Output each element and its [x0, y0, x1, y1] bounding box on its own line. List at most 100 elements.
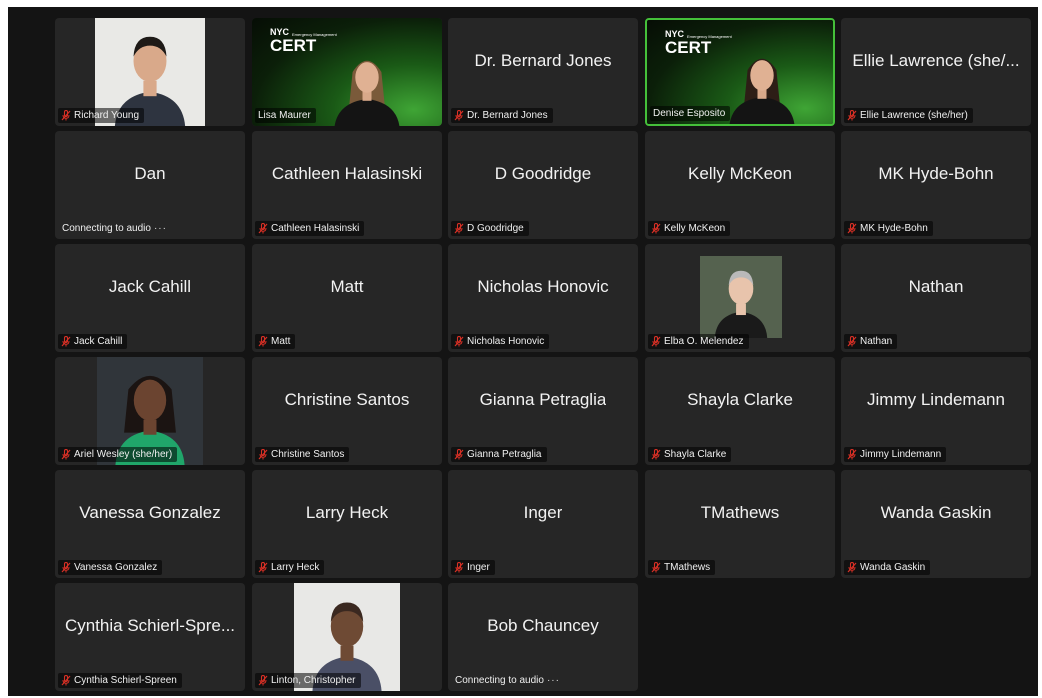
participant-video [322, 18, 412, 126]
participant-tile-vanessa-gonzalez[interactable]: Vanessa Gonzalez Vanessa Gonzalez [55, 470, 245, 578]
muted-microphone-icon [61, 561, 71, 573]
participant-tile-dr-bernard-jones[interactable]: Dr. Bernard Jones Dr. Bernard Jones [448, 18, 638, 126]
muted-microphone-icon [61, 674, 71, 686]
participant-name-text: Gianna Petraglia [479, 390, 607, 409]
muted-microphone-icon [258, 222, 268, 234]
participant-tile-larry-heck[interactable]: Larry Heck Larry Heck [252, 470, 442, 578]
participant-label-text: Richard Young [74, 110, 140, 121]
participant-label: Cynthia Schierl-Spreen [58, 673, 182, 688]
participant-label: Nicholas Honovic [451, 334, 550, 349]
muted-microphone-icon [454, 109, 464, 121]
participant-tile-d-goodridge[interactable]: D Goodridge D Goodridge [448, 131, 638, 239]
participant-label: Inger [451, 560, 495, 575]
participant-video [717, 20, 807, 124]
participant-label: Ariel Wesley (she/her) [58, 447, 178, 462]
participant-tile-linton-christopher[interactable]: Linton, Christopher [252, 583, 442, 691]
participant-name-text: D Goodridge [494, 164, 592, 183]
participant-name: MK Hyde-Bohn [847, 131, 1025, 217]
participant-label: Richard Young [58, 108, 145, 123]
participant-tile-ariel-wesley-she-her[interactable]: Ariel Wesley (she/her) [55, 357, 245, 465]
participant-label-text: Connecting to audio [455, 675, 544, 686]
participant-tile-lisa-maurer[interactable]: NYC Emergency Management CERT Lisa Maurer [252, 18, 442, 126]
participant-name: Jack Cahill [61, 244, 239, 330]
participant-name-text: Bob Chauncey [487, 616, 599, 635]
participant-name: Matt [258, 244, 436, 330]
muted-microphone-icon [651, 448, 661, 460]
participant-name: Dan [61, 131, 239, 217]
muted-microphone-icon [61, 109, 71, 121]
participant-label-text: Wanda Gaskin [860, 562, 926, 573]
participant-tile-shayla-clarke[interactable]: Shayla Clarke Shayla Clarke [645, 357, 835, 465]
participant-tile-ellie-lawrence-she-her[interactable]: Ellie Lawrence (she/... Ellie Lawrence (s… [841, 18, 1031, 126]
participant-tile-jimmy-lindemann[interactable]: Jimmy Lindemann Jimmy Lindemann [841, 357, 1031, 465]
participant-label-text: Denise Esposito [653, 108, 726, 119]
participant-tile-cathleen-halasinski[interactable]: Cathleen Halasinski Cathleen Halasinski [252, 131, 442, 239]
participant-tile-mk-hyde-bohn[interactable]: MK Hyde-Bohn MK Hyde-Bohn [841, 131, 1031, 239]
participant-name: Bob Chauncey [454, 583, 632, 669]
participant-label-text: Vanessa Gonzalez [74, 562, 158, 573]
participant-label-text: Cathleen Halasinski [271, 223, 360, 234]
muted-microphone-icon [454, 561, 464, 573]
participant-label-text: Inger [467, 562, 490, 573]
participant-label: D Goodridge [451, 221, 529, 236]
participant-label-text: Jimmy Lindemann [860, 449, 942, 460]
participant-tile-nicholas-honovic[interactable]: Nicholas Honovic Nicholas Honovic [448, 244, 638, 352]
more-options-icon[interactable]: ··· [547, 675, 560, 686]
participant-name: Jimmy Lindemann [847, 357, 1025, 443]
muted-microphone-icon [651, 335, 661, 347]
participant-label: Shayla Clarke [648, 447, 732, 462]
participant-tile-christine-santos[interactable]: Christine Santos Christine Santos [252, 357, 442, 465]
muted-microphone-icon [847, 448, 857, 460]
participant-tile-cynthia-schierl-spreen[interactable]: Cynthia Schierl-Spre... Cynthia Schierl-S… [55, 583, 245, 691]
muted-microphone-icon [651, 222, 661, 234]
participant-tile-connecting-to-audio[interactable]: Dan Connecting to audio ··· [55, 131, 245, 239]
participant-label-text: Larry Heck [271, 562, 320, 573]
participant-name: Dr. Bernard Jones [454, 18, 632, 104]
participant-name-text: Dr. Bernard Jones [474, 51, 612, 70]
participant-label: Ellie Lawrence (she/her) [844, 108, 973, 123]
participant-tile-wanda-gaskin[interactable]: Wanda Gaskin Wanda Gaskin [841, 470, 1031, 578]
participant-name: Nicholas Honovic [454, 244, 632, 330]
participant-tile-inger[interactable]: Inger Inger [448, 470, 638, 578]
participant-tile-matt[interactable]: Matt Matt [252, 244, 442, 352]
participant-tile-jack-cahill[interactable]: Jack Cahill Jack Cahill [55, 244, 245, 352]
participant-label: Matt [255, 334, 296, 349]
participant-name: Ellie Lawrence (she/... [847, 18, 1025, 104]
participant-label-text: Kelly McKeon [664, 223, 726, 234]
muted-microphone-icon [454, 335, 464, 347]
participant-label: Kelly McKeon [648, 221, 731, 236]
participant-label: Christine Santos [255, 447, 350, 462]
participant-tile-richard-young[interactable]: Richard Young [55, 18, 245, 126]
participant-label: Jack Cahill [58, 334, 128, 349]
muted-microphone-icon [847, 222, 857, 234]
participant-tile-elba-o-melendez[interactable]: Elba O. Melendez [645, 244, 835, 352]
participant-name: TMathews [651, 470, 829, 556]
muted-microphone-icon [258, 335, 268, 347]
participant-label-text: Elba O. Melendez [664, 336, 744, 347]
participant-label: Linton, Christopher [255, 673, 361, 688]
muted-microphone-icon [847, 335, 857, 347]
more-options-icon[interactable]: ··· [154, 223, 167, 234]
participant-label: Denise Esposito [650, 106, 731, 121]
participant-name: Larry Heck [258, 470, 436, 556]
participant-label-text: Lisa Maurer [258, 110, 311, 121]
participant-tile-denise-esposito[interactable]: NYC Emergency Management CERT Denise Espo… [645, 18, 835, 126]
participant-label-text: Jack Cahill [74, 336, 123, 347]
participant-name: D Goodridge [454, 131, 632, 217]
muted-microphone-icon [258, 448, 268, 460]
participant-tile-connecting-to-audio[interactable]: Bob Chauncey Connecting to audio ··· [448, 583, 638, 691]
participant-tile-tmathews[interactable]: TMathews TMathews [645, 470, 835, 578]
participant-label: Lisa Maurer [255, 108, 316, 123]
participant-tile-kelly-mckeon[interactable]: Kelly McKeon Kelly McKeon [645, 131, 835, 239]
participant-name: Cynthia Schierl-Spre... [61, 583, 239, 669]
participant-name-text: Jack Cahill [108, 277, 192, 296]
gallery-view: Richard Young NYC Emergency Management CE… [8, 7, 1038, 696]
muted-microphone-icon [847, 561, 857, 573]
participant-video [700, 256, 782, 338]
participant-tile-gianna-petraglia[interactable]: Gianna Petraglia Gianna Petraglia [448, 357, 638, 465]
participant-tile-nathan[interactable]: Nathan Nathan [841, 244, 1031, 352]
participant-label: Connecting to audio ··· [59, 221, 172, 236]
participant-name-text: Matt [330, 277, 364, 296]
participant-label-text: Christine Santos [271, 449, 345, 460]
participant-label: TMathews [648, 560, 716, 575]
